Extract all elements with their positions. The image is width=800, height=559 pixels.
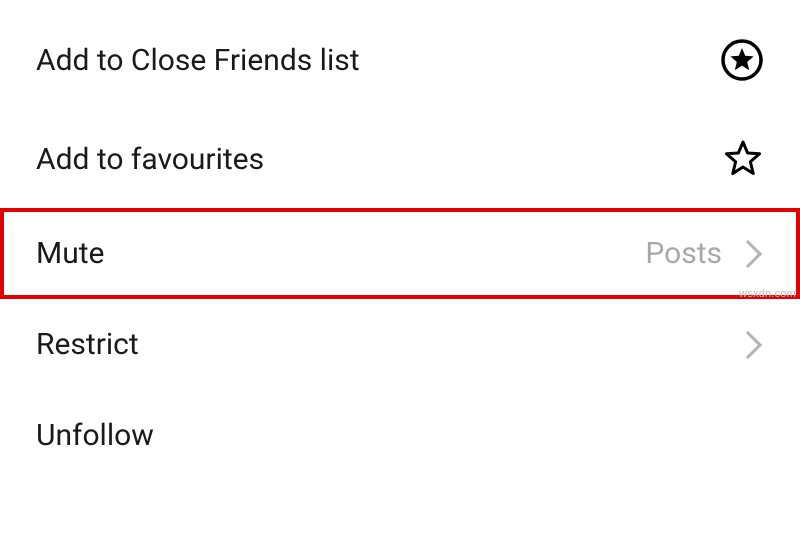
menu-item-accessory: Posts (645, 236, 764, 271)
menu-item-value: Posts (645, 236, 722, 271)
chevron-right-icon (738, 244, 764, 264)
star-outline-icon (722, 138, 764, 180)
menu-item-label: Restrict (36, 327, 738, 362)
menu-item-label: Mute (36, 236, 645, 271)
menu-item-label: Add to favourites (36, 142, 722, 177)
menu-item-restrict[interactable]: Restrict (0, 299, 800, 390)
menu-item-favourites[interactable]: Add to favourites (0, 110, 800, 208)
watermark-text: wsxdn.com (739, 288, 796, 300)
menu-item-mute[interactable]: Mute Posts (0, 208, 800, 299)
menu-item-label: Add to Close Friends list (36, 43, 720, 78)
menu-item-accessory (738, 335, 764, 355)
menu-item-unfollow[interactable]: Unfollow (0, 390, 800, 481)
menu-item-label: Unfollow (36, 418, 764, 453)
menu-item-close-friends[interactable]: Add to Close Friends list (0, 10, 800, 110)
menu-item-accessory (720, 38, 764, 82)
menu-item-accessory (722, 138, 764, 180)
star-circle-filled-icon (720, 38, 764, 82)
action-menu-list: Add to Close Friends list Add to favouri… (0, 0, 800, 481)
chevron-right-icon (738, 335, 764, 355)
